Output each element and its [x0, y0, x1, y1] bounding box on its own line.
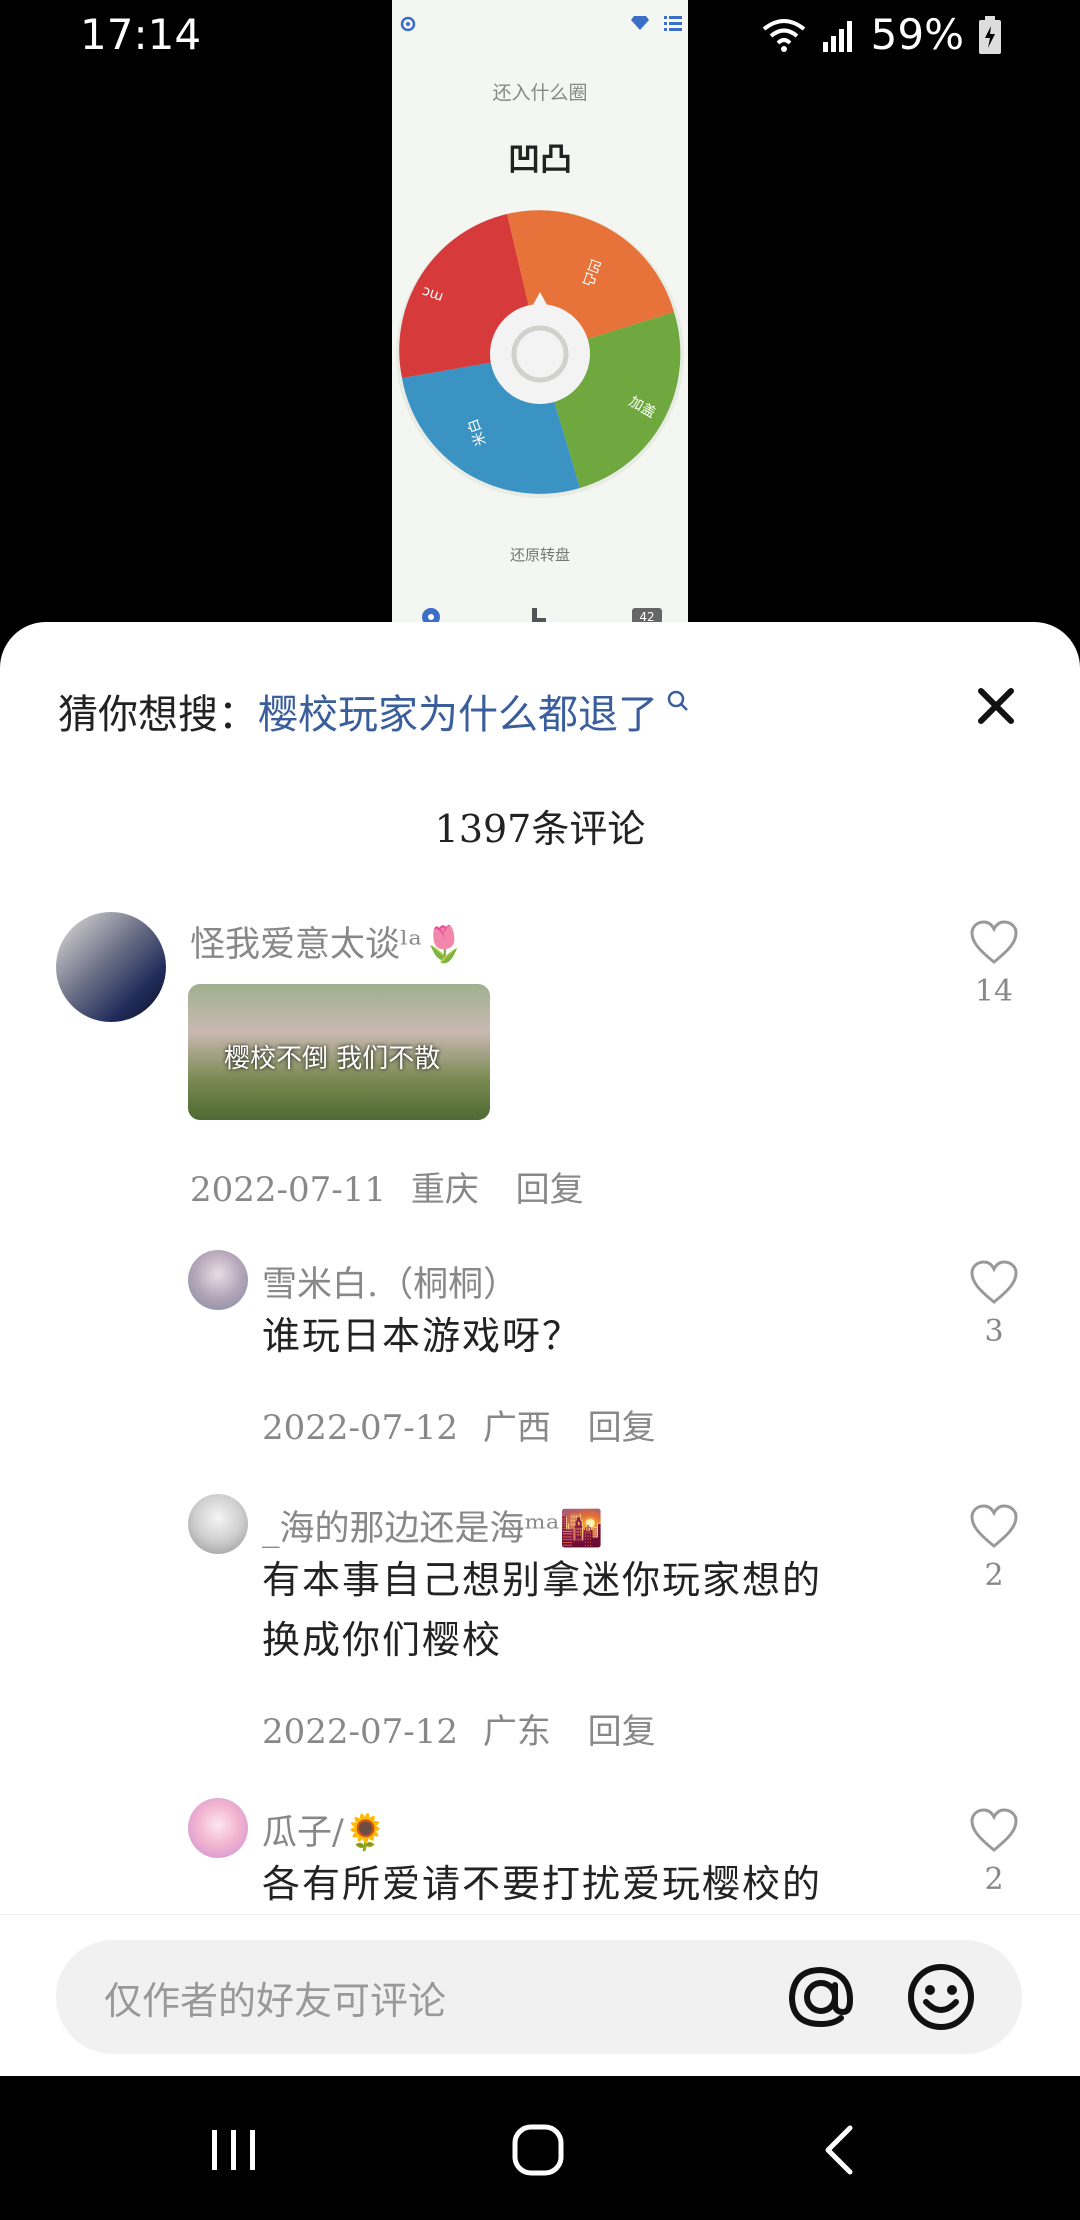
comment-item: 瓜子/🌻 各有所爱请不要打扰爱玩樱校的 2	[0, 1798, 1080, 1918]
video-badge: 42	[632, 608, 662, 622]
spin-wheel[interactable]: 凹凸 加盖 米白 mc	[396, 210, 684, 498]
heart-icon	[970, 920, 1018, 964]
comment-item: 雪米白.（桐桐） 谁玩日本游戏呀？ 2022-07-12 广西 回复 3	[0, 1250, 1080, 1448]
nav-home-icon[interactable]	[510, 2122, 566, 2178]
reply-button[interactable]: 回复	[516, 1170, 584, 1210]
wheel-center-button	[490, 304, 590, 404]
avatar[interactable]	[188, 1250, 248, 1310]
comment-region: 广西	[482, 1408, 551, 1448]
like-count: 3	[984, 1314, 1004, 1349]
heart-icon	[970, 1260, 1018, 1304]
signal-icon	[822, 20, 852, 52]
comment-image[interactable]: 樱校不倒 我们不散	[188, 984, 490, 1120]
suggestion-query[interactable]: 樱校玩家为什么都退了	[258, 682, 658, 740]
close-icon[interactable]	[972, 682, 1020, 730]
at-icon[interactable]	[786, 1962, 856, 2032]
video-bottom-tabs: 42	[392, 600, 688, 622]
reply-button[interactable]: 回复	[588, 1712, 656, 1752]
comment-text: 谁玩日本游戏呀？	[262, 1314, 583, 1358]
like-count: 2	[984, 1558, 1004, 1593]
comment-author[interactable]: 雪米白.（桐桐）	[262, 1256, 518, 1307]
thumb-icon[interactable]	[528, 606, 550, 622]
comment-author[interactable]: 怪我爱意太谈ˡᵃ🌷	[190, 916, 466, 967]
search-icon	[667, 690, 688, 711]
comment-region: 广东	[482, 1712, 551, 1752]
list-icon[interactable]	[664, 15, 682, 31]
battery-icon	[979, 15, 1001, 54]
comments-sheet: 猜你想搜： 樱校玩家为什么都退了 1397条评论 怪我爱意太谈ˡᵃ🌷 樱校不倒 …	[0, 622, 1080, 2076]
heart-icon	[970, 1504, 1018, 1548]
video-title: 凹凸	[507, 140, 572, 178]
comment-input-placeholder: 仅作者的好友可评论	[104, 1979, 447, 2023]
location-icon[interactable]	[420, 606, 442, 622]
nav-recents-icon[interactable]	[206, 2126, 262, 2174]
diamond-icon[interactable]	[630, 15, 650, 31]
status-time: 17:14	[80, 10, 202, 59]
comment-author[interactable]: _海的那边还是海ᵐᵃ🌇	[262, 1500, 603, 1551]
avatar[interactable]	[56, 912, 166, 1022]
reply-button[interactable]: 回复	[588, 1408, 656, 1448]
search-suggestion[interactable]: 猜你想搜： 樱校玩家为什么都退了	[58, 682, 690, 740]
comment-text: 各有所爱请不要打扰爱玩樱校的	[262, 1862, 823, 1906]
nav-back-icon[interactable]	[820, 2124, 860, 2176]
avatar[interactable]	[188, 1798, 248, 1858]
emoji-icon[interactable]	[906, 1962, 976, 2032]
video-preview[interactable]: 还入什么圈 凹凸 凹凸 加盖 米白 mc 还原转盘 42	[392, 0, 688, 622]
battery-percent: 59%	[870, 10, 964, 59]
wifi-icon	[762, 18, 805, 52]
wheel-reset-label[interactable]: 还原转盘	[392, 544, 688, 565]
comment-meta: 2022-07-12 广西 回复	[262, 1400, 656, 1449]
suggestion-prefix: 猜你想搜：	[58, 692, 258, 738]
like-button[interactable]: 2	[962, 1504, 1026, 1593]
comment-input[interactable]: 仅作者的好友可评论	[56, 1940, 1022, 2054]
comment-item: 怪我爱意太谈ˡᵃ🌷 樱校不倒 我们不散 2022-07-11 重庆 回复 14	[0, 912, 1080, 1272]
system-nav-bar	[0, 2076, 1080, 2220]
comment-author[interactable]: 瓜子/🌻	[262, 1804, 387, 1855]
comment-region: 重庆	[410, 1170, 479, 1210]
comment-item: _海的那边还是海ᵐᵃ🌇 有本事自己想别拿迷你玩家想的 换成你们樱校 2022-0…	[0, 1494, 1080, 1752]
like-button[interactable]: 2	[962, 1808, 1026, 1897]
heart-icon	[970, 1808, 1018, 1852]
avatar[interactable]	[188, 1494, 248, 1554]
comment-text-line-1: 有本事自己想别拿迷你玩家想的	[262, 1558, 823, 1602]
comment-date: 2022-07-11	[190, 1170, 387, 1210]
like-button[interactable]: 14	[962, 920, 1026, 1009]
video-subtitle: 还入什么圈	[492, 82, 588, 104]
comment-count: 1397条评论	[434, 807, 646, 851]
like-count: 2	[984, 1862, 1004, 1897]
comment-date: 2022-07-12	[262, 1712, 459, 1752]
image-caption: 樱校不倒 我们不散	[224, 1044, 441, 1074]
status-icons: 59%	[761, 10, 1002, 59]
comment-meta: 2022-07-11 重庆 回复	[190, 1162, 584, 1211]
like-count: 14	[974, 974, 1014, 1009]
settings-icon[interactable]	[398, 14, 418, 34]
comment-text-line-2: 换成你们樱校	[262, 1618, 503, 1662]
comment-date: 2022-07-12	[262, 1408, 459, 1448]
like-button[interactable]: 3	[962, 1260, 1026, 1349]
comment-meta: 2022-07-12 广东 回复	[262, 1704, 656, 1753]
